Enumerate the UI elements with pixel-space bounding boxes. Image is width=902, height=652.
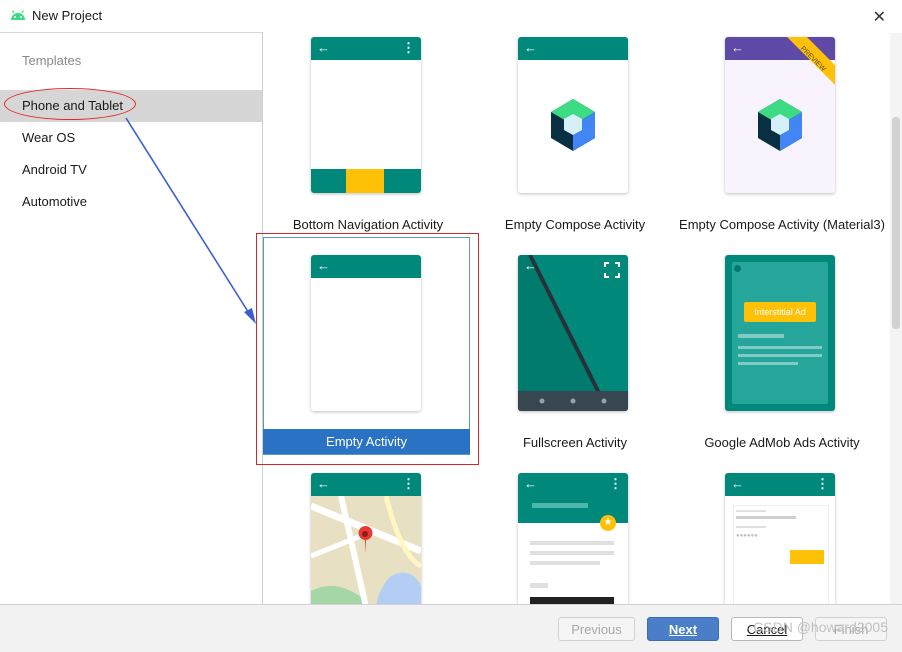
template-preview: ← (518, 37, 628, 193)
bottom-nav-bar (311, 169, 421, 193)
placeholder-line (736, 510, 766, 512)
placeholder-line (738, 354, 822, 357)
template-bottom-navigation-activity[interactable]: ← ⋮ Bottom Navigation Activity (263, 33, 473, 243)
template-label: Bottom Navigation Activity (292, 217, 444, 232)
password-dots: ●●●●●● (736, 533, 758, 539)
placeholder-line (530, 561, 600, 565)
template-login-activity[interactable]: ← ⋮ ●●●●●● (677, 469, 887, 604)
app-bar: ← ⋮ (725, 473, 835, 496)
template-empty-compose-activity[interactable]: ← Empty Compose Activity (470, 33, 680, 243)
selected-template-label[interactable]: Empty Activity (263, 429, 470, 454)
template-label: Fullscreen Activity (522, 435, 628, 450)
placeholder-line (530, 583, 548, 588)
back-arrow-icon: ← (524, 40, 537, 55)
template-preview: Interstitial Ad (725, 255, 835, 411)
app-bar: ← (518, 37, 628, 60)
back-arrow-icon: ← (731, 40, 744, 55)
sidebar-item-wear-os[interactable]: Wear OS (0, 122, 262, 154)
template-fullscreen-activity[interactable]: ← Fullscreen Activity (470, 251, 680, 461)
template-label: Google AdMob Ads Activity (704, 435, 860, 450)
more-vert-icon: ⋮ (816, 476, 829, 491)
more-vert-icon: ⋮ (609, 476, 622, 491)
previous-button[interactable]: Previous (558, 617, 635, 641)
placeholder-block (530, 597, 614, 604)
sidebar-item-label: Wear OS (22, 130, 76, 145)
sidebar-item-phone-and-tablet[interactable]: Phone and Tablet (0, 90, 262, 122)
jetpack-compose-logo-icon (551, 99, 595, 151)
template-preview: ← ⋮ ●●●●●● (725, 473, 835, 604)
android-icon (11, 10, 25, 20)
back-arrow-icon: ← (731, 476, 744, 491)
template-google-admob-ads-activity[interactable]: Interstitial Ad Google AdMob Ads Activit… (677, 251, 887, 461)
sidebar-item-automotive[interactable]: Automotive (0, 186, 262, 218)
placeholder-line (530, 541, 614, 545)
template-preview: ← ⋮ (311, 473, 421, 604)
gallery-scrollbar[interactable] (890, 33, 902, 604)
map-illustration (311, 496, 421, 604)
title-bar: New Project ✕ (0, 0, 902, 32)
more-vert-icon: ⋮ (402, 40, 415, 55)
template-scrolling-activity[interactable]: ← ⋮ ★ (470, 469, 680, 604)
sidebar-item-android-tv[interactable]: Android TV (0, 154, 262, 186)
back-arrow-icon: ← (524, 476, 537, 491)
template-preview: ← (518, 255, 628, 411)
login-card: ●●●●●● (733, 505, 829, 604)
template-preview: ← ⋮ (311, 37, 421, 193)
more-vert-icon: ⋮ (402, 476, 415, 491)
template-gallery: ← ⋮ Bottom Navigation Activity ← Empty C… (263, 33, 890, 604)
template-preview: ← PREVIEW (725, 37, 835, 193)
placeholder-line (530, 551, 614, 555)
interstitial-ad-badge: Interstitial Ad (744, 302, 816, 322)
template-google-maps-activity[interactable]: ← ⋮ (263, 469, 473, 604)
placeholder-line (736, 526, 766, 528)
scrollbar-thumb[interactable] (892, 117, 900, 329)
login-button-preview (790, 550, 824, 564)
sidebar-item-label: Android TV (22, 162, 87, 177)
placeholder-line (738, 346, 822, 349)
template-label: Empty Compose Activity (504, 217, 646, 232)
sidebar-item-label: Automotive (22, 194, 88, 209)
template-preview: ← ⋮ ★ (518, 473, 628, 604)
placeholder-line (532, 503, 588, 508)
back-arrow-icon: ← (524, 258, 537, 273)
star-icon: ★ (600, 515, 616, 531)
window-title: New Project (32, 8, 103, 23)
watermark: CSDN @howard2005 (753, 619, 888, 635)
placeholder-line (738, 362, 798, 365)
back-arrow-icon: ← (317, 476, 330, 491)
next-button[interactable]: Next (647, 617, 719, 641)
template-empty-compose-activity-material3[interactable]: ← PREVIEW Empty Compose Activity (Materi… (677, 33, 887, 243)
placeholder-line (738, 334, 784, 338)
jetpack-compose-logo-icon (758, 99, 802, 151)
status-dot (734, 265, 741, 272)
template-category-sidebar: Templates Phone and Tablet Wear OS Andro… (0, 32, 263, 605)
sidebar-item-label: Phone and Tablet (22, 98, 123, 113)
fullscreen-diagonal (518, 255, 628, 411)
close-icon[interactable]: ✕ (873, 7, 886, 27)
selected-template-card (263, 237, 470, 455)
placeholder-line (736, 516, 796, 519)
ad-panel: Interstitial Ad (732, 262, 828, 404)
back-arrow-icon: ← (317, 40, 330, 55)
sidebar-heading: Templates (22, 53, 82, 68)
bottom-nav-selected-item (346, 169, 384, 193)
app-bar: ← ⋮ (311, 37, 421, 60)
app-bar: ← ⋮ (311, 473, 421, 496)
fullscreen-icon (604, 262, 620, 278)
template-label: Empty Compose Activity (Material3) (679, 217, 885, 232)
